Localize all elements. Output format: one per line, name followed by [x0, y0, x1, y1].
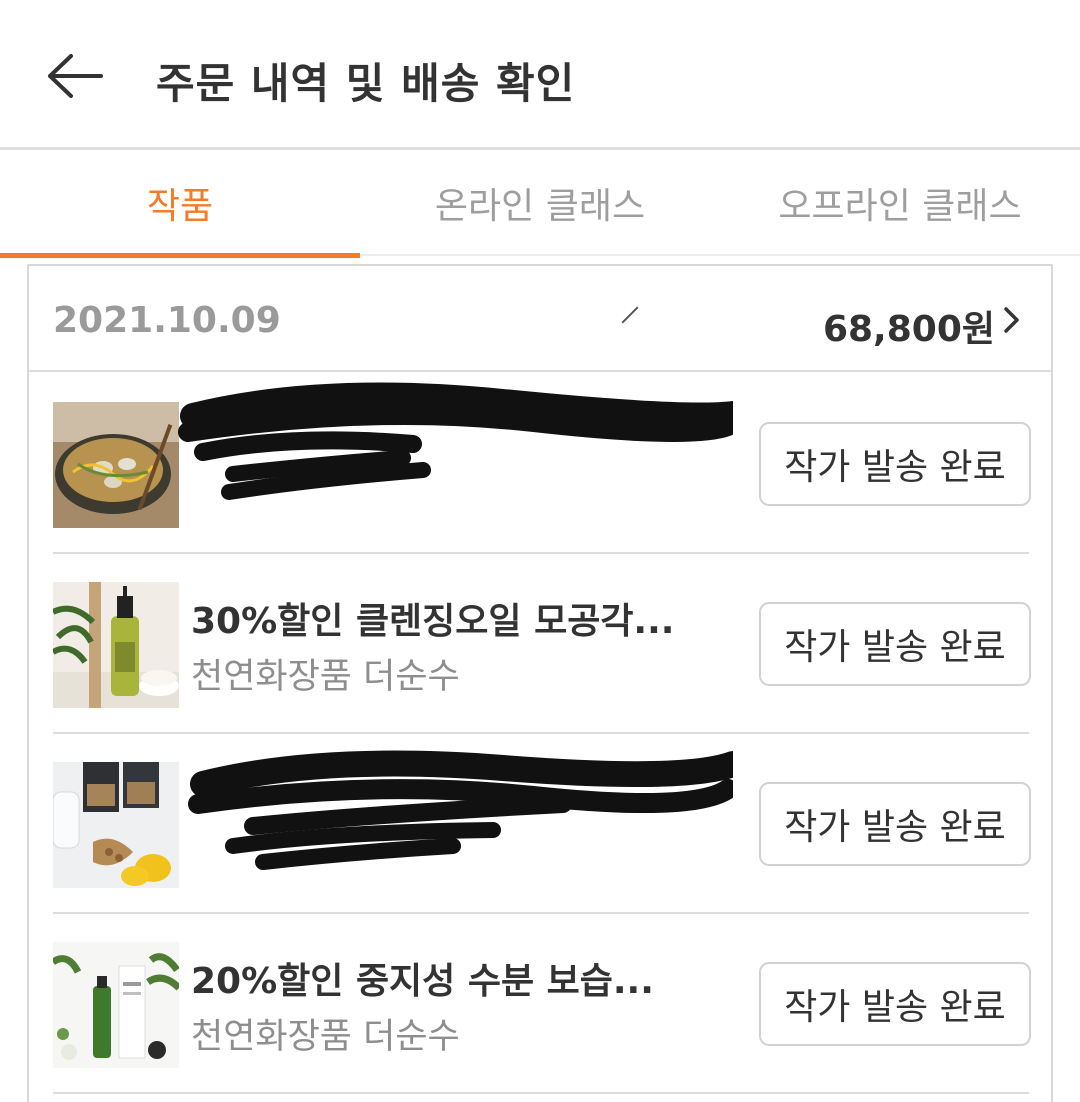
order-card: 2021.10.09 68,800원 작가 발송 완료 30%할인 클렌징오일 …: [27, 264, 1053, 1102]
item-seller: 천연화장품 더순수: [191, 1017, 460, 1057]
granola-thumbnail[interactable]: [53, 762, 179, 888]
item-seller: 천연화장품 더순수: [191, 657, 460, 697]
order-date: 2021.10.09: [53, 300, 281, 341]
order-item[interactable]: 작가 발송 완료: [53, 374, 1031, 554]
tab-bar: 작품 온라인 클래스 오프라인 클래스: [0, 150, 1080, 258]
chevron-right-icon: [1004, 307, 1019, 333]
app-bar: 주문 내역 및 배송 확인: [0, 0, 1080, 150]
tab-works[interactable]: 작품: [0, 150, 360, 258]
tab-online-class[interactable]: 온라인 클래스: [360, 150, 720, 256]
tab-offline-class[interactable]: 오프라인 클래스: [720, 150, 1080, 256]
order-total: 68,800원: [822, 309, 995, 350]
redaction-scribble: [178, 382, 733, 500]
order-item[interactable]: 30%할인 클렌징오일 모공각... 천연화장품 더순수 작가 발송 완료: [53, 554, 1031, 734]
shipping-status-button[interactable]: 작가 발송 완료: [759, 422, 1031, 506]
back-button[interactable]: [42, 48, 106, 104]
arrow-left-icon: [48, 54, 103, 98]
divider-mark: [621, 306, 639, 324]
item-title[interactable]: 20%할인 중지성 수분 보습...: [191, 952, 731, 1004]
item-title[interactable]: 30%할인 클렌징오일 모공각...: [191, 592, 731, 644]
order-item[interactable]: 20%할인 중지성 수분 보습... 천연화장품 더순수 작가 발송 완료: [53, 914, 1031, 1094]
mist-bottle-thumbnail[interactable]: [53, 942, 179, 1068]
redaction-scribble: [188, 750, 733, 870]
page-title: 주문 내역 및 배송 확인: [156, 59, 576, 108]
noodle-bowl-thumbnail[interactable]: [53, 402, 179, 528]
order-item[interactable]: 작가 발송 완료: [53, 734, 1031, 914]
order-header[interactable]: 2021.10.09 68,800원: [29, 266, 1051, 372]
shipping-status-button[interactable]: 작가 발송 완료: [759, 782, 1031, 866]
shipping-status-button[interactable]: 작가 발송 완료: [759, 962, 1031, 1046]
shipping-status-button[interactable]: 작가 발송 완료: [759, 602, 1031, 686]
cleansing-oil-thumbnail[interactable]: [53, 582, 179, 708]
